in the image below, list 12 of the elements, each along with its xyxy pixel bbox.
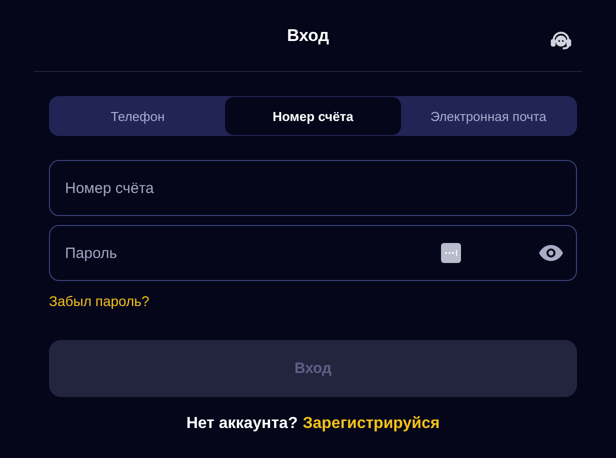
login-tab[interactable]: Электронная почта	[400, 97, 576, 135]
login-tab[interactable]: Телефон	[50, 97, 226, 135]
login-tab[interactable]: Номер счёта	[225, 97, 401, 135]
register-link[interactable]: Зарегистрируйся	[302, 415, 440, 433]
password-keys-icon[interactable]	[441, 243, 461, 263]
eye-icon[interactable]	[539, 245, 563, 261]
password-field[interactable]: Пароль	[49, 225, 577, 281]
forgot-password-link[interactable]: Забыл пароль?	[49, 293, 150, 309]
support-icon[interactable]	[550, 30, 572, 52]
login-title: Вход	[286, 26, 330, 46]
no-account-text: Нет аккаунта?	[186, 415, 298, 433]
account-field[interactable]: Номер счёта	[49, 160, 577, 216]
